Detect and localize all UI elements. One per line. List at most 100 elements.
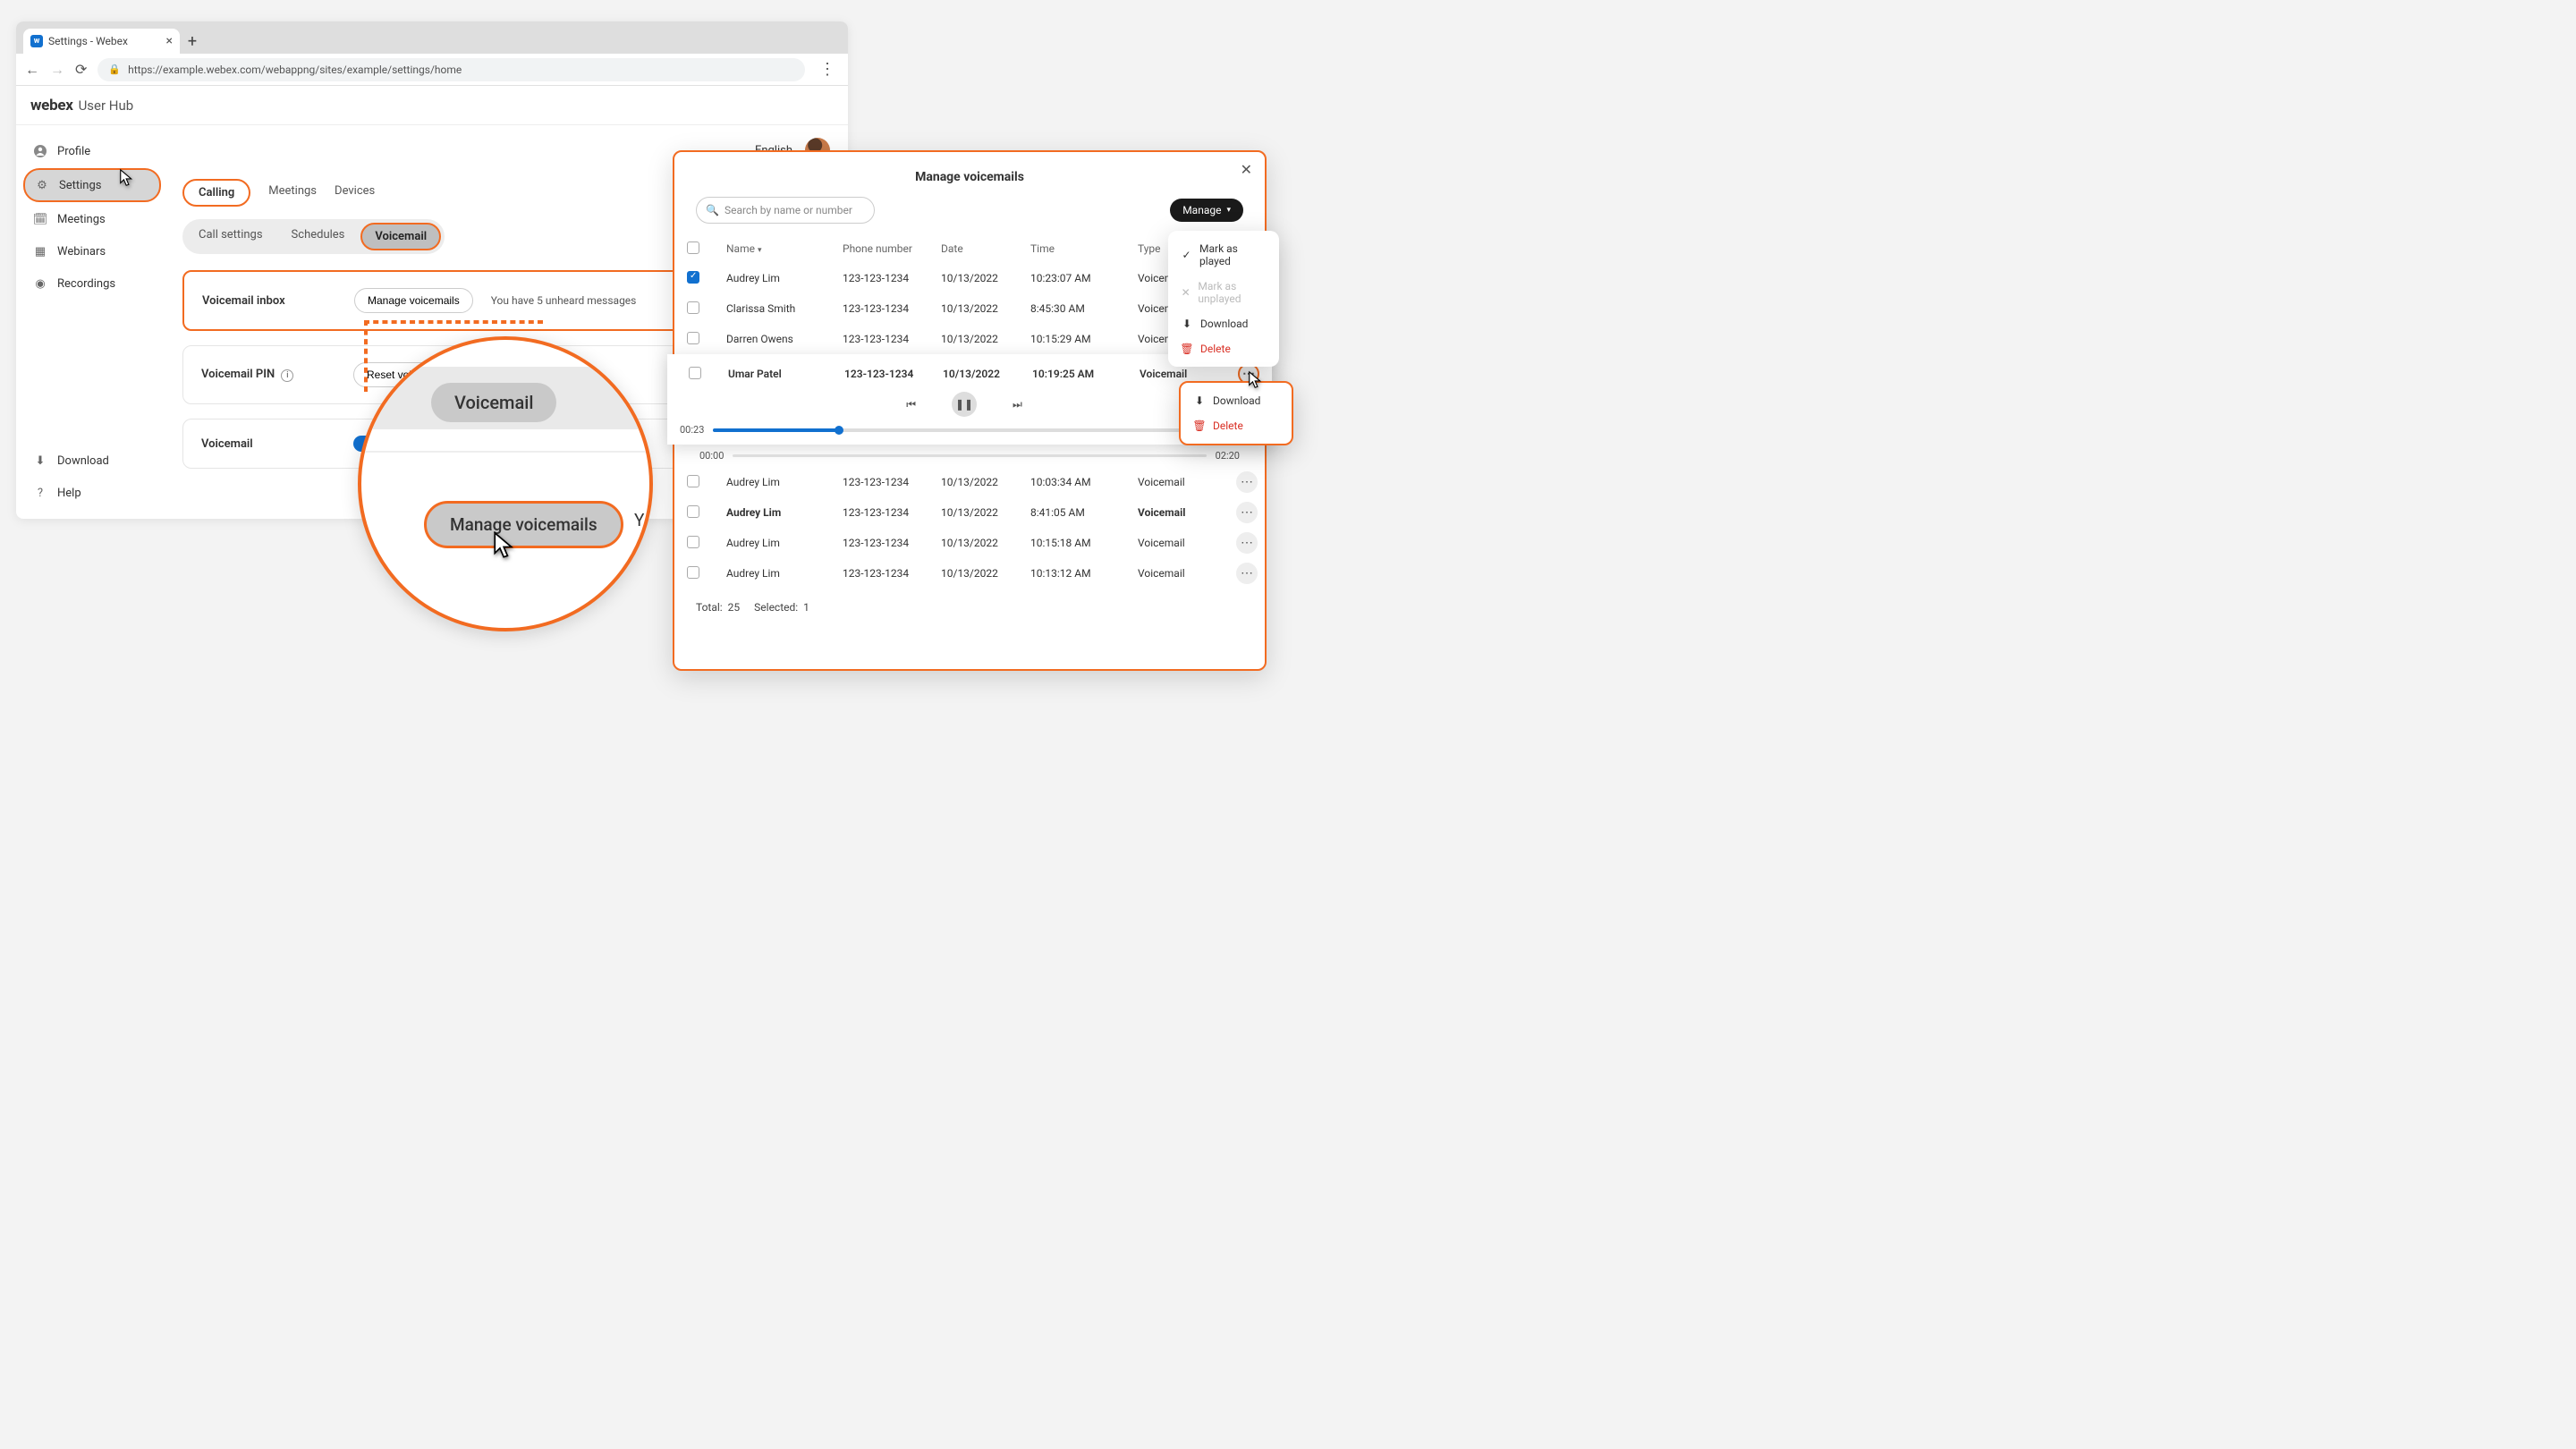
tab-bar: w Settings - Webex × + (16, 21, 848, 54)
person-icon (32, 143, 48, 159)
col-phone[interactable]: Phone number (843, 242, 941, 255)
sidebar-label: Help (57, 487, 81, 500)
cell-time: 10:23:07 AM (1030, 272, 1138, 284)
record-icon: ◉ (32, 275, 48, 292)
search-input[interactable]: 🔍 Search by name or number (696, 197, 875, 224)
table-row[interactable]: Audrey Lim123-123-123410/13/202210:13:12… (674, 558, 1265, 589)
menu-item-mark-as-played[interactable]: ✓Mark as played (1168, 236, 1279, 274)
address-bar: ← → ⟳ 🔒 https://example.webex.com/webapp… (16, 54, 848, 86)
cell-type: Voicemail (1138, 476, 1218, 488)
back-icon[interactable]: ← (25, 61, 39, 79)
browser-menu-icon[interactable]: ⋮ (816, 60, 839, 79)
menu-label: Mark as unplayed (1198, 280, 1267, 305)
cell-time: 10:13:12 AM (1030, 567, 1138, 580)
menu-item-delete[interactable]: 🗑Delete (1168, 336, 1279, 361)
new-tab-button[interactable]: + (180, 29, 205, 54)
subtab-call-settings[interactable]: Call settings (186, 223, 275, 250)
manage-dropdown-button[interactable]: Manage ▾ (1170, 199, 1243, 222)
cell-name: Audrey Lim (726, 476, 843, 488)
cell-phone: 123-123-1234 (843, 333, 941, 345)
close-icon[interactable]: ✕ (1241, 161, 1252, 178)
table-row[interactable]: Audrey Lim123-123-123410/13/202210:03:34… (674, 467, 1265, 497)
sidebar-item-help[interactable]: ? Help (23, 478, 161, 508)
cell-phone: 123-123-1234 (843, 302, 941, 315)
vol-start: 00:00 (699, 450, 724, 462)
sidebar-label: Meetings (57, 213, 106, 226)
search-icon: 🔍 (706, 204, 719, 216)
tab-devices[interactable]: Devices (335, 179, 375, 207)
elapsed-time: 00:23 (680, 424, 704, 436)
player-controls: ⏮ ❚❚ ⏭ (676, 385, 1252, 424)
forward-button[interactable]: ⏭ (1013, 398, 1022, 411)
calendar-icon: 🗓 (32, 211, 48, 227)
row-checkbox[interactable] (687, 271, 699, 284)
row-checkbox[interactable] (687, 301, 699, 314)
menu-item-download[interactable]: ⬇Download (1168, 311, 1279, 336)
cell-time: 10:15:18 AM (1030, 537, 1138, 549)
close-tab-icon[interactable]: × (166, 34, 173, 48)
sidebar-item-settings[interactable]: ⚙ Settings (23, 168, 161, 202)
sidebar-item-meetings[interactable]: 🗓 Meetings (23, 204, 161, 234)
menu-item-delete[interactable]: 🗑Delete (1181, 413, 1292, 438)
sidebar-label: Settings (59, 179, 101, 192)
subtab-schedules[interactable]: Schedules (279, 223, 358, 250)
info-icon[interactable]: i (281, 369, 293, 382)
menu-icon: ✓ (1181, 249, 1192, 261)
connector-line-h (364, 320, 543, 324)
menu-icon: ⬇ (1193, 394, 1206, 407)
row-checkbox[interactable] (687, 332, 699, 344)
browser-tab[interactable]: w Settings - Webex × (23, 29, 180, 54)
row-more-button[interactable]: ⋯ (1236, 563, 1258, 584)
row-more-button[interactable]: ⋯ (1236, 471, 1258, 493)
cell-phone: 123-123-1234 (843, 567, 941, 580)
progress-bar-row: 00:23 02:20 (676, 424, 1252, 436)
secondary-tabs: Call settings Schedules Voicemail (182, 219, 445, 254)
cell-type: Voicemail (1138, 506, 1218, 519)
menu-label: Download (1213, 394, 1260, 407)
cell-date: 10/13/2022 (941, 333, 1030, 345)
table-row[interactable]: Audrey Lim123-123-123410/13/20228:41:05 … (674, 497, 1265, 528)
table-row[interactable]: Audrey Lim123-123-123410/13/202210:15:18… (674, 528, 1265, 558)
rewind-button[interactable]: ⏮ (906, 398, 916, 411)
reload-icon[interactable]: ⟳ (75, 61, 87, 78)
menu-item-download[interactable]: ⬇ Download (1181, 388, 1292, 413)
row-checkbox[interactable] (687, 505, 699, 518)
card-title: Voicemail (201, 437, 335, 451)
webex-favicon: w (30, 35, 43, 47)
tab-calling[interactable]: Calling (182, 179, 250, 207)
forward-icon[interactable]: → (50, 61, 64, 79)
row-checkbox[interactable] (687, 475, 699, 487)
row-more-button[interactable]: ⋯ (1236, 532, 1258, 554)
select-all-checkbox[interactable] (687, 242, 699, 254)
sidebar-item-profile[interactable]: Profile (23, 136, 161, 166)
menu-icon: 🗑 (1181, 343, 1193, 355)
cell-phone: 123-123-1234 (843, 476, 941, 488)
cursor-icon (118, 168, 138, 191)
col-name[interactable]: Name▾ (726, 242, 843, 255)
magnifier-manage-button[interactable]: Manage voicemails (424, 501, 623, 548)
row-checkbox[interactable] (687, 536, 699, 548)
pause-button[interactable]: ❚❚ (952, 392, 977, 417)
download-icon: ⬇ (32, 453, 48, 469)
progress-bar[interactable] (713, 428, 1215, 432)
player-phone: 123-123-1234 (844, 368, 943, 380)
sidebar-item-download[interactable]: ⬇ Download (23, 445, 161, 476)
url-field[interactable]: 🔒 https://example.webex.com/webappng/sit… (97, 58, 805, 81)
cell-time: 10:03:34 AM (1030, 476, 1138, 488)
manage-voicemails-button[interactable]: Manage voicemails (354, 288, 473, 313)
secondary-progress[interactable] (733, 454, 1206, 457)
row-checkbox[interactable] (687, 566, 699, 579)
modal-footer: Total: 25 Selected: 1 (674, 589, 1265, 626)
sidebar-item-webinars[interactable]: ▦ Webinars (23, 236, 161, 267)
cell-date: 10/13/2022 (941, 567, 1030, 580)
sidebar-item-recordings[interactable]: ◉ Recordings (23, 268, 161, 299)
cell-name: Audrey Lim (726, 272, 843, 284)
tab-meetings[interactable]: Meetings (268, 179, 317, 207)
app-logo: webex (30, 97, 73, 114)
row-more-button[interactable]: ⋯ (1236, 502, 1258, 523)
subtab-voicemail[interactable]: Voicemail (360, 223, 441, 250)
col-date[interactable]: Date (941, 242, 1030, 255)
magnifier-truncated-text: Y (634, 510, 644, 530)
col-time[interactable]: Time (1030, 242, 1138, 255)
row-checkbox[interactable] (689, 367, 701, 379)
